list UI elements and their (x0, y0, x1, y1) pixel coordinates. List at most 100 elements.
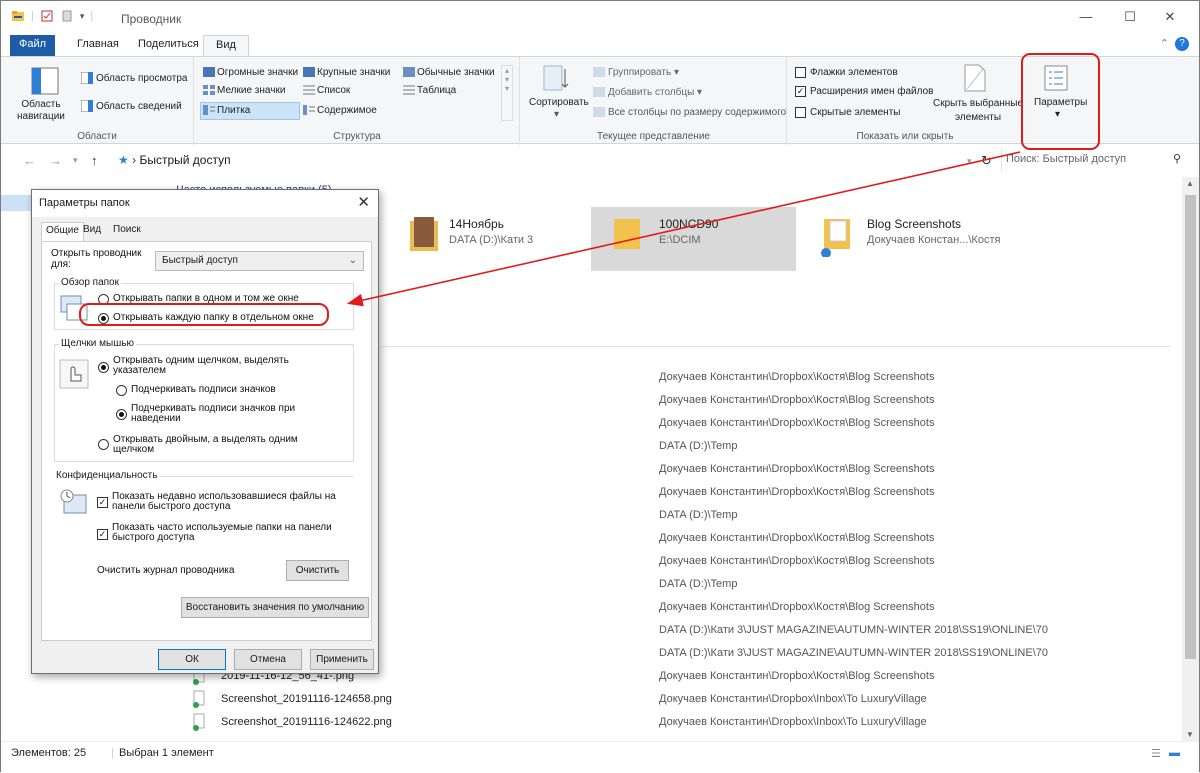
folder-tile[interactable]: 14Ноябрь DATA (D:)\Кати 3 (401, 207, 591, 271)
separator: | (31, 10, 34, 22)
layout-table[interactable]: Таблица (417, 85, 456, 96)
fit-columns-button[interactable]: Все столбцы по размеру содержимого (608, 107, 786, 118)
layout-medium[interactable]: Обычные значки (417, 67, 495, 78)
file-location: Докучаев Константин\Dropbox\Костя\Blog S… (659, 486, 935, 498)
customize-toolbar-icon[interactable]: ▾ (80, 11, 85, 22)
file-location: Докучаев Константин\Dropbox\Костя\Blog S… (659, 670, 935, 682)
group-areas: Область навигации Область просмотра Обла… (1, 57, 194, 145)
frequent-folders-label: Показать часто используемые папки на пан… (112, 522, 332, 543)
details-view-icon[interactable]: ☰ (1151, 747, 1161, 760)
navigation-pane-button[interactable]: Область навигации (17, 99, 65, 123)
options-button[interactable]: Параметры (1034, 97, 1087, 108)
hide-selected-button[interactable]: Скрыть выбранные элементы (933, 97, 1023, 125)
folder-tile-selected[interactable]: 100NCD90 E:\DCIM (591, 207, 796, 271)
tab-home[interactable]: Главная (65, 35, 131, 56)
file-extensions-checkbox[interactable]: ✓ (795, 86, 806, 97)
folder-location: DATA (D:)\Кати 3 (449, 234, 534, 246)
item-checkboxes-label: Флажки элементов (810, 67, 898, 78)
tab-general[interactable]: Общие (41, 222, 84, 242)
group-by-icon (593, 67, 605, 80)
tab-file[interactable]: Файл (10, 35, 55, 56)
group-by-button[interactable]: Группировать ▾ (608, 67, 679, 78)
medium-icons-icon (403, 67, 415, 80)
apply-button[interactable]: Применить (310, 649, 374, 670)
refresh-icon[interactable]: ↻ (981, 153, 992, 169)
breadcrumb-quick-access[interactable]: Быстрый доступ (139, 153, 230, 167)
same-window-radio[interactable] (98, 294, 109, 305)
open-explorer-select[interactable]: Быстрый доступ ⌄ (155, 251, 364, 271)
collapse-ribbon-icon[interactable]: ⌃ (1160, 37, 1169, 50)
tab-search[interactable]: Поиск (109, 222, 145, 240)
title-bar: | ▾ | Проводник — ☐ ✕ (1, 1, 1199, 33)
browse-folders-group: Обзор папок Открывать папки в одном и то… (54, 277, 354, 330)
address-history-icon[interactable]: ▾ (967, 156, 972, 167)
minimize-icon[interactable]: — (1063, 1, 1109, 33)
layout-tiles[interactable]: Плитка (217, 105, 250, 116)
frequent-folders-checkbox[interactable]: ✓ (97, 529, 108, 540)
layout-list[interactable]: Список (317, 85, 350, 96)
large-icons-view-icon[interactable]: ▬ (1169, 747, 1180, 759)
layout-large[interactable]: Крупные значки (317, 67, 390, 78)
group-legend: Щелчки мышью (59, 338, 136, 349)
file-location: DATA (D:)\Кати 3\JUST MAGAZINE\AUTUMN-WI… (659, 624, 1048, 636)
back-icon[interactable]: ← (23, 153, 36, 168)
layout-content[interactable]: Содержимое (317, 105, 377, 116)
underline-hover-radio[interactable] (116, 409, 127, 420)
single-click-label: Открывать одним щелчком, выделять указат… (113, 355, 289, 376)
details-pane-button[interactable]: Область сведений (96, 101, 182, 112)
layout-extra-large[interactable]: Огромные значки (217, 67, 298, 78)
folder-name: Blog Screenshots (867, 217, 962, 231)
extra-large-icons-icon (203, 67, 215, 80)
folder-location: Докучаев Констан...\Костя (867, 234, 1001, 246)
file-location: Докучаев Константин\Dropbox\Костя\Blog S… (659, 532, 935, 544)
search-input[interactable]: Поиск: Быстрый доступ ⚲ (1001, 149, 1187, 171)
close-icon[interactable]: ✕ (357, 193, 370, 211)
recent-locations-icon[interactable]: ▾ (73, 155, 78, 166)
restore-defaults-button[interactable]: Восстановить значения по умолчанию (181, 597, 369, 618)
table-icon (403, 85, 415, 98)
address-box[interactable]: ★ › Быстрый доступ (113, 149, 997, 171)
up-icon[interactable]: ↑ (91, 153, 98, 168)
clear-history-label: Очистить журнал проводника (97, 565, 235, 576)
single-click-radio[interactable] (98, 362, 109, 373)
file-row[interactable]: Screenshot_20191116-124658.png Докучаев К… (161, 688, 1179, 711)
file-location: Докучаев Константин\Dropbox\Костя\Blog S… (659, 394, 935, 406)
fit-columns-icon (593, 107, 605, 120)
folder-tile[interactable]: Blog Screenshots Докучаев Констан...\Кос… (816, 207, 1046, 271)
cancel-button[interactable]: Отмена (234, 649, 302, 670)
new-folder-icon[interactable] (60, 9, 74, 23)
item-checkboxes-checkbox[interactable] (795, 67, 806, 78)
double-click-radio[interactable] (98, 439, 109, 450)
scroll-down-icon[interactable]: ▼ (1186, 730, 1194, 739)
new-window-radio[interactable] (98, 313, 109, 324)
close-icon[interactable]: ✕ (1147, 1, 1193, 33)
forward-icon[interactable]: → (49, 153, 62, 168)
hidden-items-checkbox[interactable] (795, 107, 806, 118)
add-columns-button[interactable]: Добавить столбцы ▾ (608, 87, 702, 98)
help-icon[interactable]: ? (1175, 37, 1189, 51)
underline-always-radio[interactable] (116, 385, 127, 396)
properties-icon[interactable] (40, 9, 54, 23)
tab-view[interactable]: Вид (79, 222, 105, 240)
preview-pane-button[interactable]: Область просмотра (96, 73, 187, 84)
clear-history-button[interactable]: Очистить (286, 560, 349, 581)
nav-selected-item[interactable] (1, 195, 33, 211)
folder-icon (613, 215, 641, 254)
recent-files-checkbox[interactable]: ✓ (97, 497, 108, 508)
status-bar: Элементов: 25 | Выбран 1 элемент ☰ ▬ (1, 741, 1199, 773)
folder-name: 14Ноябрь (449, 217, 504, 231)
file-row[interactable]: Screenshot_20191116-124622.png Докучаев К… (161, 711, 1179, 734)
layout-small[interactable]: Мелкие значки (217, 85, 285, 96)
file-icon (193, 690, 205, 711)
scroll-up-icon[interactable]: ▲ (1186, 179, 1194, 188)
tab-view[interactable]: Вид (203, 35, 249, 56)
scrollbar[interactable]: ▲ ▼ (1182, 177, 1199, 741)
privacy-group: Конфиденциальность ✓ Показать недавно ис… (54, 470, 354, 581)
scrollbar-thumb[interactable] (1185, 195, 1196, 659)
tab-share[interactable]: Поделиться (126, 35, 211, 56)
sort-button[interactable]: Сортировать (529, 97, 589, 108)
recent-files-label: Показать недавно использовавшиеся файлы … (112, 491, 336, 512)
ok-button[interactable]: ОК (158, 649, 226, 670)
layout-scroll[interactable]: ▴ ▾ ▾ (501, 65, 513, 121)
file-location: DATA (D:)\Temp (659, 440, 738, 452)
